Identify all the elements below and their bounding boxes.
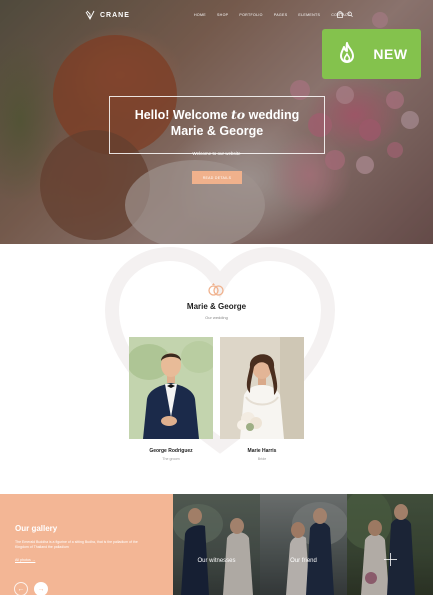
brand-logo[interactable]: CRANE <box>85 10 130 20</box>
gallery-section: Our gallery The Emerald Buddha is a figu… <box>0 494 433 595</box>
gallery-tile-friend[interactable]: Our friend <box>260 494 347 595</box>
bride-card[interactable]: Marie Harris Bride <box>220 337 304 461</box>
arrow-right-icon: → <box>37 585 45 593</box>
rings-icon <box>208 283 224 296</box>
nav-icons <box>337 11 353 18</box>
hero-title-italic: to <box>231 107 246 122</box>
gallery-title: Our gallery <box>15 524 58 533</box>
tile-overlay <box>347 494 433 595</box>
bride-name: Marie Harris <box>247 448 277 454</box>
groom-role: The groom <box>162 457 180 461</box>
gallery-tile-label: Our friend <box>290 558 317 564</box>
bride-photo <box>220 337 304 439</box>
nav-item-shop[interactable]: SHOP <box>217 13 228 17</box>
tile-overlay <box>260 494 347 595</box>
gallery-tile-witnesses[interactable]: Our witnesses <box>173 494 260 595</box>
nav-item-portfolio[interactable]: PORTFOLIO <box>239 13 262 17</box>
search-icon[interactable] <box>347 11 353 18</box>
brand-name: CRANE <box>100 11 130 19</box>
hero-title-part2: wedding <box>245 108 300 122</box>
hero-title-part1: Hello! Welcome <box>134 108 232 122</box>
bag-icon[interactable] <box>337 11 343 18</box>
hero-title-line2: Marie & George <box>170 124 264 138</box>
all-photos-link[interactable]: All photos → <box>15 558 35 562</box>
arrow-left-icon: ← <box>17 585 25 593</box>
read-details-button[interactable]: READ DETAILS <box>192 171 242 184</box>
gallery-tile-more[interactable] <box>347 494 433 595</box>
crane-logo-icon <box>85 10 95 20</box>
plus-icon[interactable] <box>384 553 397 566</box>
groom-card[interactable]: George Rodriguez The groom <box>129 337 213 461</box>
groom-name: George Rodriguez <box>149 448 193 454</box>
couple-title: Marie & George <box>186 302 247 311</box>
nav-item-pages[interactable]: PAGES <box>274 13 288 17</box>
gallery-panel: Our gallery The Emerald Buddha is a figu… <box>0 494 173 595</box>
flame-icon <box>340 42 355 63</box>
nav-item-home[interactable]: HOME <box>194 13 206 17</box>
hero-subtitle: Welcome to our website <box>192 151 241 156</box>
hero-title: Hello! Welcome to wedding Marie & George <box>109 107 325 139</box>
groom-photo <box>129 337 213 439</box>
bride-role: Bride <box>257 457 267 461</box>
hero-section: CRANE HOME SHOP PORTFOLIO PAGES ELEMENTS… <box>0 0 433 244</box>
nav-item-elements[interactable]: ELEMENTS <box>298 13 320 17</box>
next-arrow-button[interactable]: → <box>34 582 48 595</box>
groom-figure <box>129 337 213 439</box>
couple-subtitle: Our wedding <box>205 315 228 320</box>
new-badge: NEW <box>322 29 421 79</box>
gallery-description: The Emerald Buddha is a figurine of a si… <box>15 540 138 549</box>
tile-overlay <box>173 494 260 595</box>
main-nav: HOME SHOP PORTFOLIO PAGES ELEMENTS CONTA… <box>194 13 350 17</box>
bride-figure <box>220 337 304 439</box>
prev-arrow-button[interactable]: ← <box>14 582 28 595</box>
gallery-tile-label: Our witnesses <box>197 558 236 564</box>
new-badge-label: NEW <box>373 46 408 62</box>
